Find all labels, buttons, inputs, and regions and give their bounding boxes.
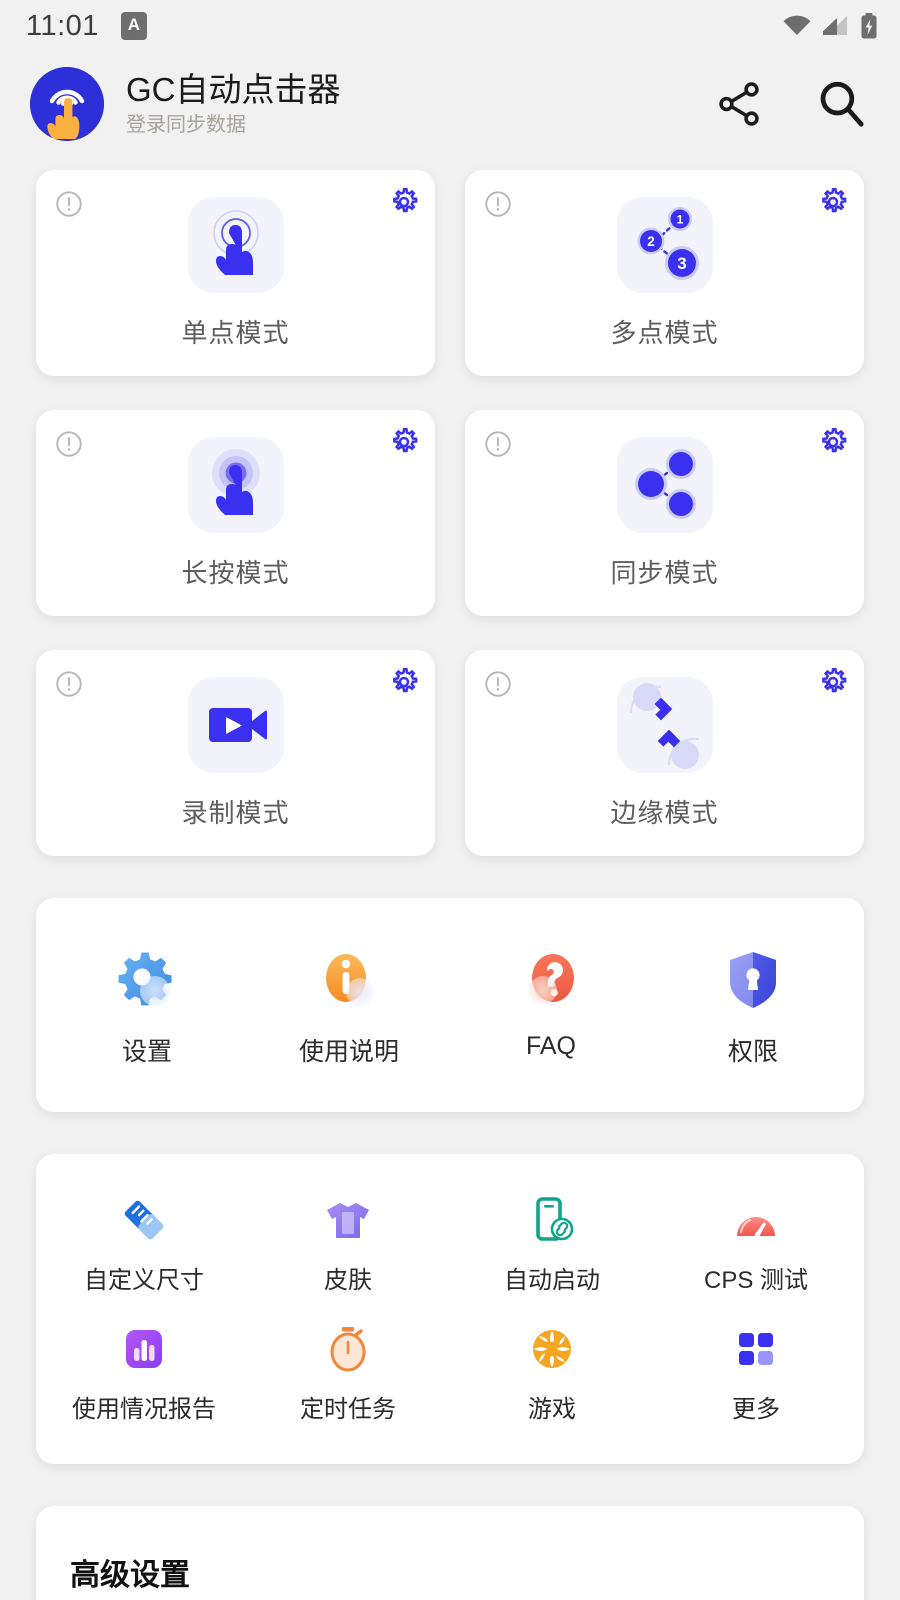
grid-more-icon — [728, 1321, 784, 1377]
tool-item-skin[interactable]: 皮肤 — [246, 1192, 450, 1295]
mode-card-swipe-edge[interactable]: 边缘模式 — [465, 650, 864, 856]
gear-icon[interactable] — [818, 667, 848, 697]
tool-item-more[interactable]: 更多 — [654, 1321, 858, 1424]
utility-label: 设置 — [121, 1038, 172, 1066]
advanced-settings-panel[interactable]: 高级设置 — [36, 1506, 864, 1600]
mode-label: 录制模式 — [181, 798, 290, 828]
mode-label: 同步模式 — [610, 558, 719, 588]
info-orange-icon — [315, 946, 383, 1014]
page-title: GC自动点击器 — [126, 71, 341, 109]
search-icon[interactable] — [814, 77, 868, 131]
gear-blue-icon — [113, 946, 181, 1014]
mode-label: 长按模式 — [181, 558, 290, 588]
numbered-points-icon: 1 2 3 — [616, 197, 713, 293]
mode-card-sync[interactable]: 同步模式 — [465, 410, 864, 616]
mode-card-long-press[interactable]: 长按模式 — [36, 410, 435, 616]
main-content: 单点模式 1 2 3 多点模式 长按模式 同步模式 录制模式 边缘模式 设置 使… — [0, 156, 900, 1600]
single-tap-icon — [187, 197, 284, 293]
gear-icon[interactable] — [818, 187, 848, 217]
info-icon[interactable] — [483, 429, 513, 459]
info-icon[interactable] — [54, 669, 84, 699]
video-record-icon — [187, 677, 284, 773]
bar-chart-icon — [116, 1321, 172, 1377]
utility-label: 权限 — [727, 1038, 778, 1066]
question-red-icon — [517, 946, 585, 1014]
app-bar: GC自动点击器 登录同步数据 — [0, 52, 900, 156]
utility-panel: 设置 使用说明 FAQ 权限 — [36, 898, 864, 1112]
info-icon[interactable] — [483, 669, 513, 699]
info-icon[interactable] — [54, 429, 84, 459]
tool-label: 更多 — [732, 1396, 780, 1423]
sync-points-icon — [616, 437, 713, 533]
status-bar: 11:01 A — [0, 0, 900, 52]
speedometer-icon — [728, 1192, 784, 1248]
tool-item-custom-size[interactable]: 自定义尺寸 — [42, 1192, 246, 1295]
utility-label: FAQ — [525, 1032, 576, 1060]
gear-icon[interactable] — [389, 427, 419, 457]
utility-item-settings[interactable]: 设置 — [46, 946, 248, 1068]
ime-indicator-icon: A — [120, 12, 147, 40]
tool-item-usage-report[interactable]: 使用情况报告 — [42, 1321, 246, 1424]
status-bar-icons — [782, 13, 878, 39]
tools-panel: 自定义尺寸 皮肤 自动启动 CPS 测试 使用情况报告 定时任务 游戏 更多 — [36, 1154, 864, 1464]
shield-lock-icon — [719, 946, 787, 1014]
long-press-icon — [187, 437, 284, 533]
utility-label: 使用说明 — [298, 1038, 399, 1066]
tool-item-cps-test[interactable]: CPS 测试 — [654, 1192, 858, 1295]
tool-label: CPS 测试 — [703, 1267, 808, 1294]
mode-card-multi-point[interactable]: 1 2 3 多点模式 — [465, 170, 864, 376]
tools-grid: 自定义尺寸 皮肤 自动启动 CPS 测试 使用情况报告 定时任务 游戏 更多 — [36, 1154, 864, 1464]
tool-label: 定时任务 — [300, 1396, 396, 1423]
tshirt-icon — [320, 1192, 376, 1248]
tool-item-games[interactable]: 游戏 — [450, 1321, 654, 1424]
tool-item-scheduled-task[interactable]: 定时任务 — [246, 1321, 450, 1424]
tool-label: 游戏 — [528, 1396, 576, 1423]
utility-item-instructions[interactable]: 使用说明 — [248, 946, 450, 1068]
game-wheel-icon — [524, 1321, 580, 1377]
stopwatch-icon — [320, 1321, 376, 1377]
tool-label: 皮肤 — [324, 1267, 372, 1294]
login-sync-subtitle[interactable]: 登录同步数据 — [126, 114, 341, 136]
phone-link-icon — [524, 1192, 580, 1248]
utility-row: 设置 使用说明 FAQ 权限 — [36, 898, 864, 1112]
tool-label: 自动启动 — [504, 1267, 600, 1294]
svg-text:3: 3 — [677, 254, 686, 273]
svg-text:2: 2 — [647, 234, 655, 249]
utility-item-faq[interactable]: FAQ — [450, 946, 652, 1068]
mode-card-single-click[interactable]: 单点模式 — [36, 170, 435, 376]
advanced-settings-title: 高级设置 — [70, 1559, 190, 1592]
app-bar-actions — [712, 77, 874, 131]
mode-card-record[interactable]: 录制模式 — [36, 650, 435, 856]
cellular-signal-icon — [823, 14, 849, 38]
app-logo-touch-icon — [30, 67, 104, 141]
gear-icon[interactable] — [818, 427, 848, 457]
utility-item-permissions[interactable]: 权限 — [652, 946, 854, 1068]
share-icon[interactable] — [712, 77, 766, 131]
gear-icon[interactable] — [389, 187, 419, 217]
tool-label: 自定义尺寸 — [84, 1267, 204, 1294]
tool-label: 使用情况报告 — [72, 1396, 216, 1423]
wifi-icon — [782, 14, 812, 38]
mode-label: 单点模式 — [181, 318, 290, 348]
mode-label: 边缘模式 — [610, 798, 719, 828]
gear-icon[interactable] — [389, 667, 419, 697]
tool-item-auto-start[interactable]: 自动启动 — [450, 1192, 654, 1295]
app-title-block: GC自动点击器 登录同步数据 — [126, 71, 341, 136]
info-icon[interactable] — [54, 189, 84, 219]
svg-text:1: 1 — [676, 212, 683, 226]
mode-label: 多点模式 — [610, 318, 719, 348]
status-bar-time: 11:01 — [26, 9, 99, 42]
edge-arrows-icon — [616, 677, 713, 773]
ruler-icon — [116, 1192, 172, 1248]
info-icon[interactable] — [483, 189, 513, 219]
battery-charging-icon — [860, 13, 878, 39]
mode-grid: 单点模式 1 2 3 多点模式 长按模式 同步模式 录制模式 边缘模式 — [36, 170, 864, 856]
